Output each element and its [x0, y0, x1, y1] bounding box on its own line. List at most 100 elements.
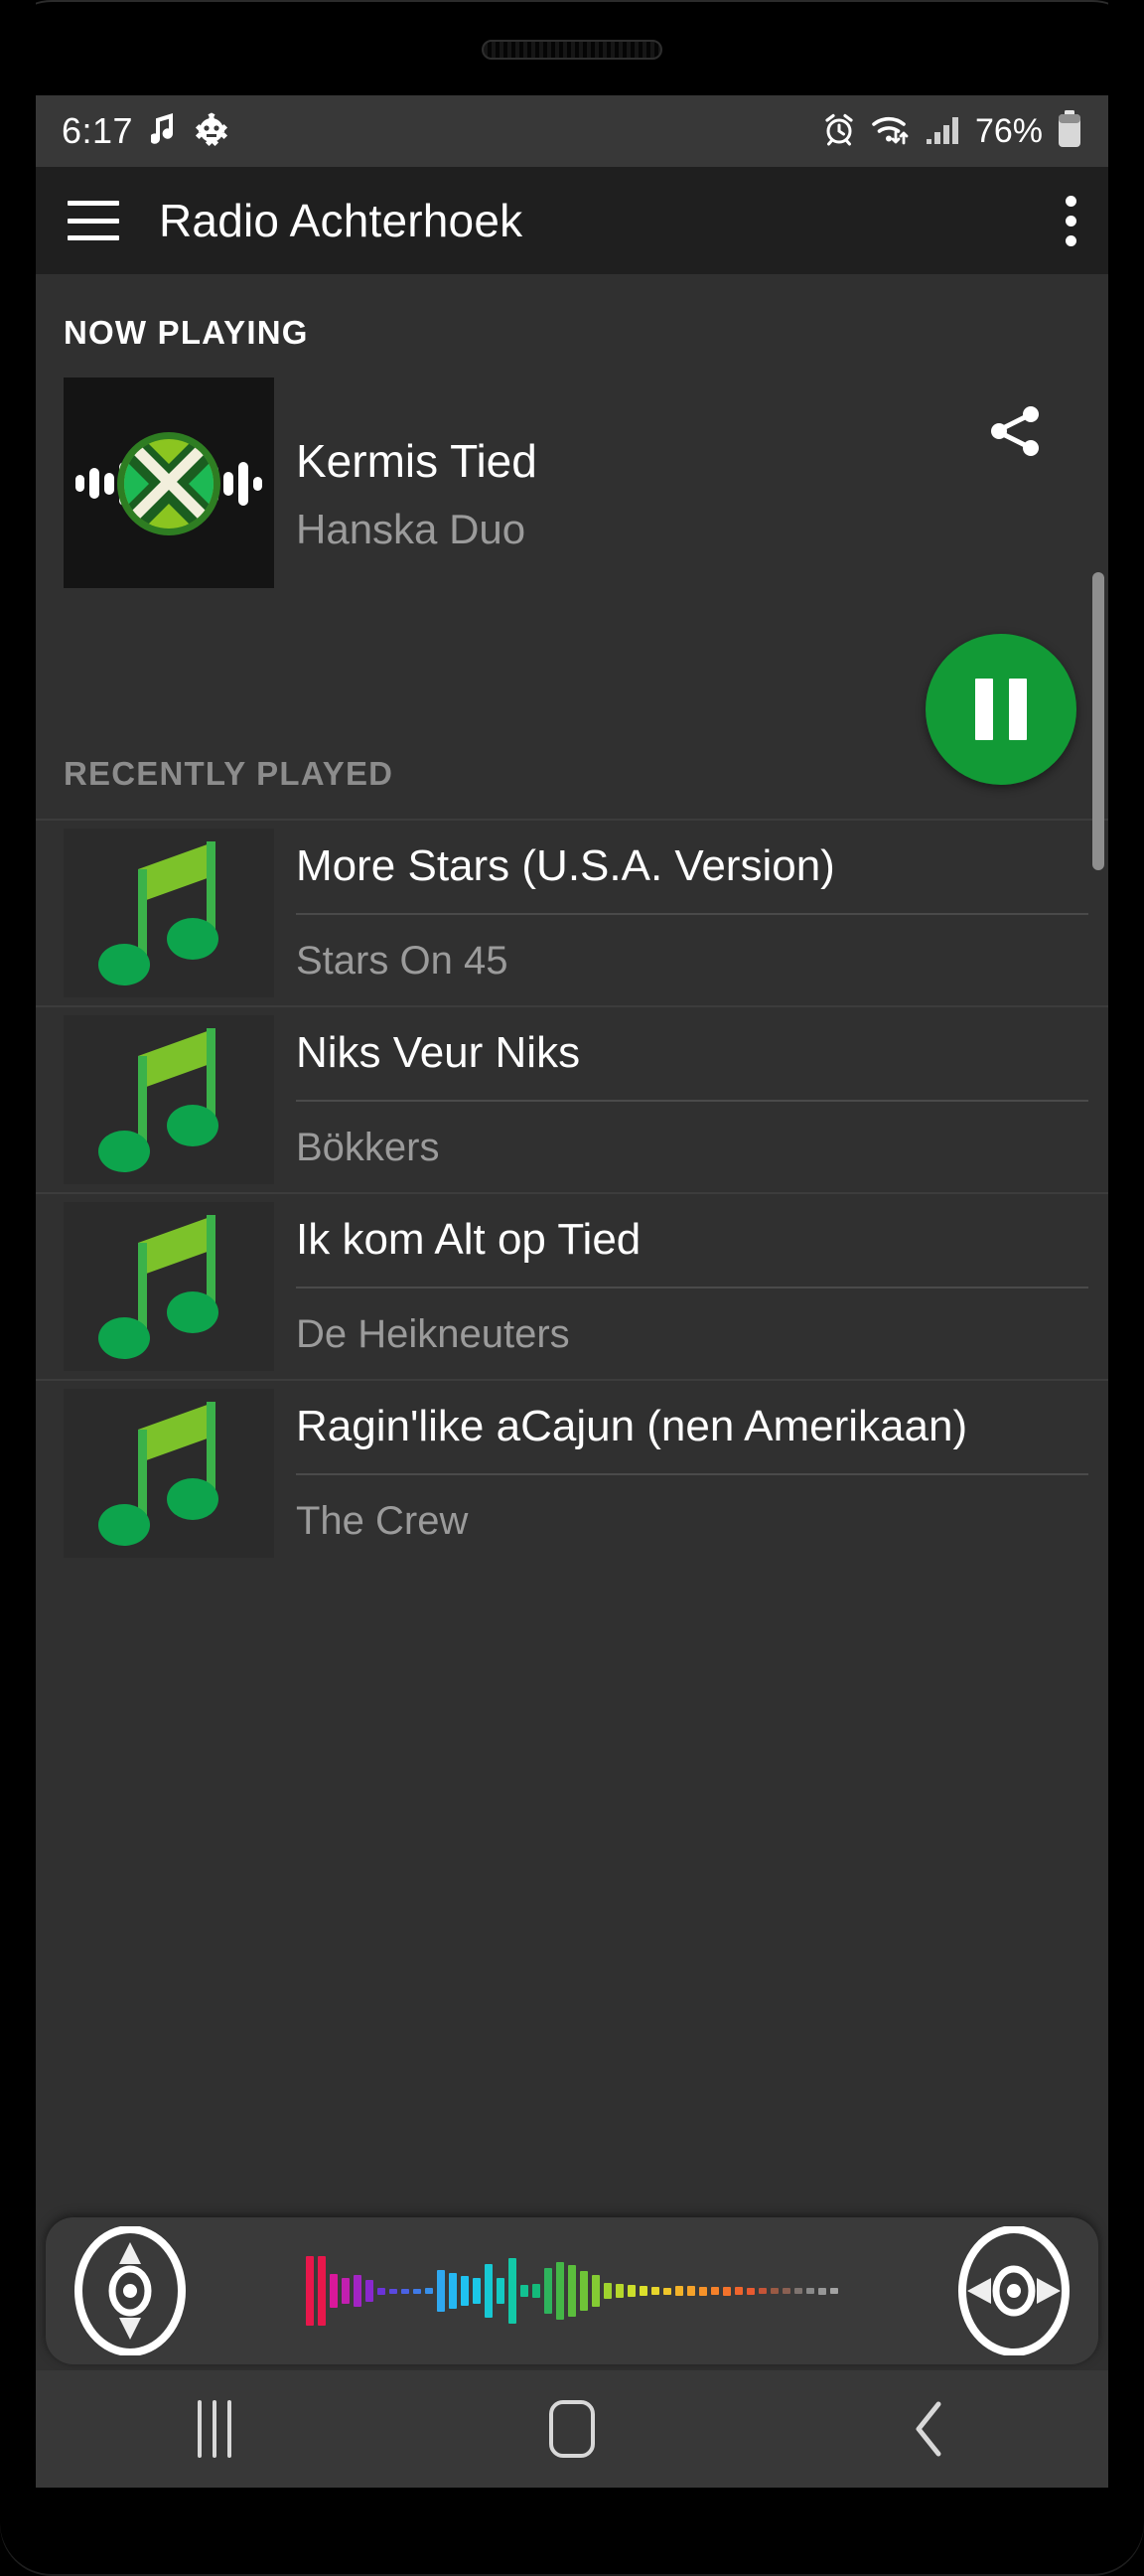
- spectrum-bar: [413, 2288, 421, 2294]
- spectrum-bar: [675, 2286, 683, 2296]
- track-meta: More Stars (U.S.A. Version) Stars On 45: [274, 821, 1108, 1005]
- album-art: [64, 378, 274, 588]
- spectrum-bar: [342, 2278, 350, 2304]
- spectrum-bar: [306, 2256, 314, 2326]
- spectrum-bar: [771, 2288, 779, 2294]
- now-playing-title: Kermis Tied: [296, 435, 537, 487]
- earpiece-speaker: [482, 40, 662, 60]
- device-left-bezel: [0, 0, 36, 2576]
- spectrum-bar: [461, 2276, 469, 2306]
- android-bug-icon: [195, 112, 228, 151]
- status-bar-right: 76%: [822, 109, 1082, 153]
- spectrum-bar: [747, 2287, 755, 2295]
- spectrum-bar: [330, 2274, 338, 2308]
- audio-spectrum-visualizer: [195, 2231, 949, 2350]
- track-row[interactable]: More Stars (U.S.A. Version) Stars On 45: [36, 819, 1108, 1005]
- spectrum-bar: [628, 2285, 636, 2297]
- wifi-icon: [870, 112, 912, 151]
- spectrum-bar: [794, 2288, 802, 2294]
- app-bar: Radio Achterhoek: [36, 167, 1108, 274]
- spectrum-bar: [651, 2287, 659, 2295]
- track-meta: Niks Veur Niks Bökkers: [274, 1007, 1108, 1192]
- track-meta: Ragin'like aCajun (nen Amerikaan) The Cre…: [274, 1381, 1108, 1566]
- phone-device: 6:17 76% Radio Achterhoek NOW PLAYING Ke…: [0, 0, 1144, 2576]
- music-note-icon: [64, 1202, 274, 1371]
- player-bar[interactable]: [46, 2217, 1098, 2364]
- pause-icon: [1009, 679, 1027, 740]
- play-pause-button[interactable]: [926, 634, 1076, 785]
- recently-played-list: More Stars (U.S.A. Version) Stars On 45 Ni…: [36, 819, 1108, 1566]
- battery-percent-label: 76%: [974, 111, 1043, 150]
- spectrum-bar: [497, 2278, 504, 2304]
- spectrum-bar: [389, 2288, 397, 2294]
- spectrum-bar: [663, 2287, 671, 2295]
- track-artist: De Heikneuters: [296, 1311, 570, 1356]
- spectrum-bar: [401, 2288, 409, 2294]
- track-row[interactable]: Niks Veur Niks Bökkers: [36, 1005, 1108, 1192]
- spectrum-bar: [616, 2284, 624, 2298]
- recents-icon[interactable]: [155, 2389, 274, 2469]
- music-note-icon: [149, 112, 177, 151]
- spectrum-bar: [377, 2287, 385, 2295]
- spectrum-bar: [354, 2275, 361, 2307]
- vinyl-record-icon[interactable]: [949, 2225, 1078, 2356]
- track-artist: The Crew: [296, 1498, 469, 1543]
- spectrum-bar: [532, 2284, 540, 2298]
- spectrum-bar: [640, 2286, 647, 2296]
- overflow-menu-icon[interactable]: [1065, 195, 1076, 246]
- track-row[interactable]: Ik kom Alt op Tied De Heikneuters: [36, 1192, 1108, 1379]
- now-playing-text: Kermis Tied Hanska Duo: [274, 378, 537, 715]
- music-note-icon: [64, 1389, 274, 1558]
- device-right-bezel: [1108, 0, 1144, 2576]
- main-content: NOW PLAYING Kermis Tied Hanska Duo RECEN…: [36, 274, 1108, 2488]
- track-artist: Bökkers: [296, 1125, 440, 1169]
- spectrum-bar: [699, 2286, 707, 2296]
- battery-icon: [1057, 109, 1082, 153]
- spectrum-bar: [520, 2285, 528, 2297]
- signal-icon: [926, 112, 961, 151]
- spectrum-bar: [723, 2286, 731, 2296]
- track-title: Ik kom Alt op Tied: [296, 1215, 1088, 1288]
- spectrum-bar: [818, 2287, 826, 2295]
- now-playing-section-label: NOW PLAYING: [64, 314, 309, 351]
- back-icon[interactable]: [870, 2389, 989, 2469]
- now-playing-artist: Hanska Duo: [296, 505, 526, 552]
- spectrum-bar: [806, 2288, 814, 2294]
- spectrum-bar: [508, 2258, 516, 2324]
- status-bar-left: 6:17: [62, 110, 228, 152]
- scrollbar-thumb[interactable]: [1092, 572, 1104, 870]
- track-title: Niks Veur Niks: [296, 1028, 1088, 1102]
- spectrum-bar: [580, 2271, 588, 2311]
- spectrum-bar: [485, 2264, 493, 2318]
- device-bottom-bezel: [0, 2516, 1144, 2576]
- spectrum-bar: [556, 2262, 564, 2320]
- track-row[interactable]: Ragin'like aCajun (nen Amerikaan) The Cre…: [36, 1379, 1108, 1566]
- vinyl-record-icon[interactable]: [66, 2225, 195, 2356]
- spectrum-bar: [568, 2265, 576, 2317]
- hamburger-menu-icon[interactable]: [68, 201, 119, 240]
- spectrum-bar: [365, 2280, 373, 2302]
- spectrum-bar: [473, 2278, 481, 2304]
- spectrum-bar: [735, 2287, 743, 2295]
- music-note-icon: [64, 829, 274, 997]
- page-title: Radio Achterhoek: [159, 195, 523, 246]
- spectrum-bar: [449, 2273, 457, 2309]
- track-title: More Stars (U.S.A. Version): [296, 841, 1088, 915]
- alarm-icon: [822, 112, 856, 151]
- track-meta: Ik kom Alt op Tied De Heikneuters: [274, 1194, 1108, 1379]
- spectrum-bar: [711, 2287, 719, 2295]
- spectrum-bar: [544, 2268, 552, 2314]
- track-title: Ragin'like aCajun (nen Amerikaan): [296, 1402, 1088, 1475]
- track-artist: Stars On 45: [296, 938, 508, 983]
- spectrum-bar: [592, 2275, 600, 2307]
- status-bar-clock: 6:17: [62, 110, 134, 151]
- spectrum-bar: [830, 2288, 838, 2294]
- home-icon[interactable]: [512, 2389, 632, 2469]
- share-icon[interactable]: [983, 399, 1047, 463]
- spectrum-bar: [687, 2286, 695, 2296]
- android-navigation-bar: [36, 2370, 1108, 2488]
- phone-screen: 6:17 76% Radio Achterhoek NOW PLAYING Ke…: [36, 95, 1108, 2488]
- radio-achterhoek-logo: [64, 378, 274, 588]
- status-bar: 6:17 76%: [36, 95, 1108, 167]
- spectrum-bar: [318, 2256, 326, 2326]
